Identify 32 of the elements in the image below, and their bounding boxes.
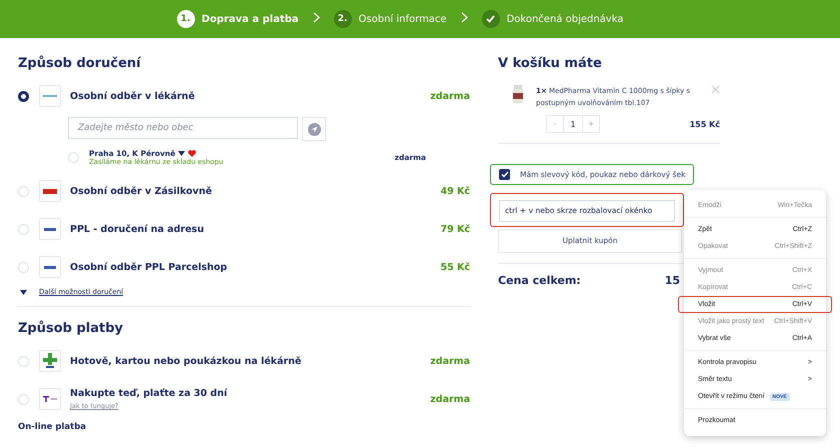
heart-icon	[188, 150, 196, 157]
section-title: Způsob platby	[18, 321, 124, 336]
city-search-field[interactable]: Zadejte město nebo obec	[68, 117, 298, 139]
location-button[interactable]	[302, 117, 326, 141]
product-price: 155 Kč	[690, 120, 720, 128]
option-price: 49 Kč	[440, 186, 470, 196]
section-subtitle: On-line platba	[18, 422, 88, 432]
option-price: 55 Kč	[440, 262, 470, 272]
caret-icon	[20, 290, 27, 294]
step-marker: 2.	[334, 10, 352, 28]
product-bottle-icon	[512, 85, 524, 103]
option-name: Osobní odběr PPL Parcelshop	[70, 262, 228, 272]
total-value: 15	[664, 274, 680, 286]
option-name: Osobní odběr v lékárně	[70, 90, 196, 102]
section-title: Způsob doručení	[18, 56, 142, 71]
option-name: PPL - doručení na adresu	[70, 224, 205, 234]
checkbox[interactable]	[499, 169, 510, 180]
option-price: zdarma	[430, 394, 470, 404]
caret-icon	[178, 151, 186, 156]
section-title: V košíku máte	[498, 56, 603, 71]
option-price: zdarma	[430, 90, 470, 102]
option-price: zdarma	[430, 356, 470, 366]
option-price: 79 Kč	[440, 224, 470, 234]
option-name: Nakupte teď, plaťte za 30 dní	[70, 388, 228, 399]
close-icon[interactable]	[711, 85, 720, 94]
check-icon	[486, 15, 496, 23]
option-name: Osobní odběr v Zásilkovně	[70, 186, 213, 196]
radio-button[interactable]	[18, 90, 29, 102]
step-marker: 1.	[176, 10, 195, 28]
total-label: Cena celkem:	[498, 274, 581, 286]
option-name: Hotově, kartou nebo poukázkou na lékárně	[70, 356, 302, 366]
pharmacy-cross-icon	[43, 353, 57, 369]
